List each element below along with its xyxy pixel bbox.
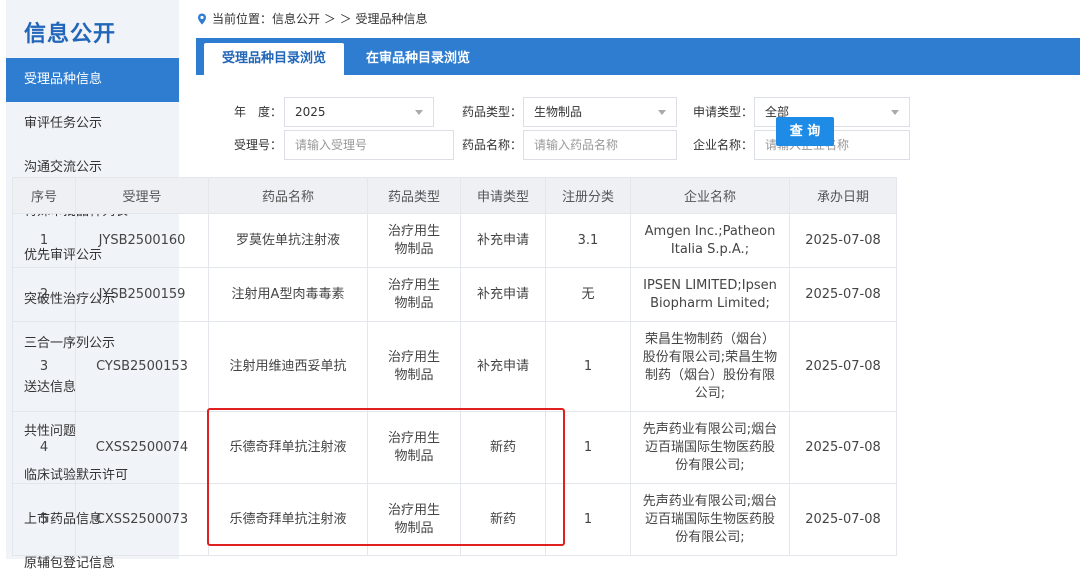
- year-value: 2025: [295, 104, 326, 119]
- chevron-down-icon: [891, 109, 899, 115]
- table-cell: 新药: [460, 483, 546, 556]
- accept-no-label: 受理号：: [233, 138, 282, 152]
- table-cell: 1: [545, 411, 631, 484]
- table-cell: 治疗用生物制品: [367, 321, 461, 412]
- table-cell: JYSB2500159: [75, 267, 209, 322]
- search-button[interactable]: 查 询: [776, 117, 834, 146]
- filter-panel: 年 度： 2025 药品类型： 生物制品 申请类型： 全部 受理号： 请输入受理…: [196, 75, 1080, 172]
- table-cell: 1: [12, 213, 76, 268]
- breadcrumb-text: 当前位置：信息公开 ＞ ＞ 受理品种信息: [212, 12, 428, 26]
- table-cell: 治疗用生物制品: [367, 267, 461, 322]
- table-cell: 治疗用生物制品: [367, 213, 461, 268]
- table-cell: 1: [545, 483, 631, 556]
- table-cell: 3.1: [545, 213, 631, 268]
- column-header: 药品类型: [367, 177, 461, 214]
- tab-bar: 受理品种目录浏览 在审品种目录浏览: [196, 38, 1080, 75]
- company-label: 企业名称：: [692, 138, 753, 152]
- table-body: 1 JYSB2500160 罗莫佐单抗注射液 治疗用生物制品 补充申请 3.1 Amgen …: [12, 213, 897, 556]
- table-cell: 注射用A型肉毒毒素: [208, 267, 368, 322]
- table-row: 4 CXSS2500074 乐德奇拜单抗注射液 治疗用生物制品 新药 1 先声药业有限公司;…: [12, 411, 897, 484]
- table-cell: 2025-07-08: [789, 267, 897, 322]
- tab-under-review-catalog[interactable]: 在审品种目录浏览: [348, 43, 488, 75]
- drug-name-input[interactable]: 请输入药品名称: [523, 129, 677, 160]
- apply-type-label: 申请类型：: [692, 105, 753, 119]
- drug-type-value: 生物制品: [534, 104, 583, 119]
- table-row: 5 CXSS2500073 乐德奇拜单抗注射液 治疗用生物制品 新药 1 先声药业有限公司;…: [12, 483, 897, 556]
- column-header: 企业名称: [630, 177, 790, 214]
- breadcrumb: 当前位置：信息公开 ＞ ＞ 受理品种信息: [196, 0, 1080, 38]
- table-cell: 乐德奇拜单抗注射液: [208, 483, 368, 556]
- table-cell: CYSB2500153: [75, 321, 209, 412]
- column-header: 注册分类: [545, 177, 631, 214]
- table-cell: 罗莫佐单抗注射液: [208, 213, 368, 268]
- table-cell: 注射用维迪西妥单抗: [208, 321, 368, 412]
- drug-type-select[interactable]: 生物制品: [523, 96, 677, 127]
- table-cell: 治疗用生物制品: [367, 483, 461, 556]
- table-cell: 先声药业有限公司;烟台迈百瑞国际生物医药股份有限公司;: [630, 411, 790, 484]
- chevron-down-icon: [658, 109, 666, 115]
- table-cell: 4: [12, 411, 76, 484]
- table-cell: 3: [12, 321, 76, 412]
- table-cell: 乐德奇拜单抗注射液: [208, 411, 368, 484]
- table-cell: JYSB2500160: [75, 213, 209, 268]
- tab-accepted-catalog[interactable]: 受理品种目录浏览: [204, 43, 345, 75]
- sidebar-item[interactable]: 受理品种信息: [6, 58, 179, 102]
- table-cell: 2025-07-08: [789, 483, 897, 556]
- year-label: 年 度：: [233, 105, 282, 119]
- table-row: 3 CYSB2500153 注射用维迪西妥单抗 治疗用生物制品 补充申请 1 荣昌生物制药（…: [12, 321, 897, 412]
- table-cell: 新药: [460, 411, 546, 484]
- table-cell: 治疗用生物制品: [367, 411, 461, 484]
- table-cell: 补充申请: [460, 213, 546, 268]
- accept-no-input[interactable]: 请输入受理号: [284, 129, 454, 160]
- table-row: 2 JYSB2500159 注射用A型肉毒毒素 治疗用生物制品 补充申请无 IPSEN L…: [12, 267, 897, 322]
- table-row: 1 JYSB2500160 罗莫佐单抗注射液 治疗用生物制品 补充申请 3.1 Amgen …: [12, 213, 897, 268]
- sidebar-item[interactable]: 审评任务公示: [6, 102, 179, 146]
- year-select[interactable]: 2025: [284, 96, 434, 127]
- table-cell: 补充申请: [460, 267, 546, 322]
- results-table: 序号 受理号 药品名称 药品类型 申请类型 注册分类 企业名称 承办日期 1 JYSB25001…: [12, 177, 897, 556]
- table-cell: 5: [12, 483, 76, 556]
- table-cell: 先声药业有限公司;烟台迈百瑞国际生物医药股份有限公司;: [630, 483, 790, 556]
- column-header: 申请类型: [460, 177, 546, 214]
- sidebar-title: 信息公开: [24, 22, 117, 47]
- table-cell: CXSS2500074: [75, 411, 209, 484]
- table-cell: 2025-07-08: [789, 411, 897, 484]
- table-cell: IPSEN LIMITED;Ipsen Biopharm Limited;: [630, 267, 790, 322]
- table-cell: Amgen Inc.;Patheon Italia S.p.A.;: [630, 213, 790, 268]
- table-cell: 2: [12, 267, 76, 322]
- column-header: 序号: [12, 177, 76, 214]
- table-cell: 2025-07-08: [789, 321, 897, 412]
- column-header: 受理号: [75, 177, 209, 214]
- drug-name-label: 药品名称：: [461, 138, 522, 152]
- table-cell: CXSS2500073: [75, 483, 209, 556]
- table-cell: 2025-07-08: [789, 213, 897, 268]
- table-cell: 补充申请: [460, 321, 546, 412]
- drug-type-label: 药品类型：: [461, 105, 522, 119]
- table-cell: 无: [545, 267, 631, 322]
- column-header: 药品名称: [208, 177, 368, 214]
- table-cell: 荣昌生物制药（烟台）股份有限公司;荣昌生物制药（烟台）股份有限公司;: [630, 321, 790, 412]
- column-header: 承办日期: [789, 177, 897, 214]
- table-cell: 1: [545, 321, 631, 412]
- location-pin-icon: [198, 13, 206, 25]
- table-header-row: 序号 受理号 药品名称 药品类型 申请类型 注册分类 企业名称 承办日期: [12, 177, 897, 214]
- chevron-down-icon: [415, 109, 423, 115]
